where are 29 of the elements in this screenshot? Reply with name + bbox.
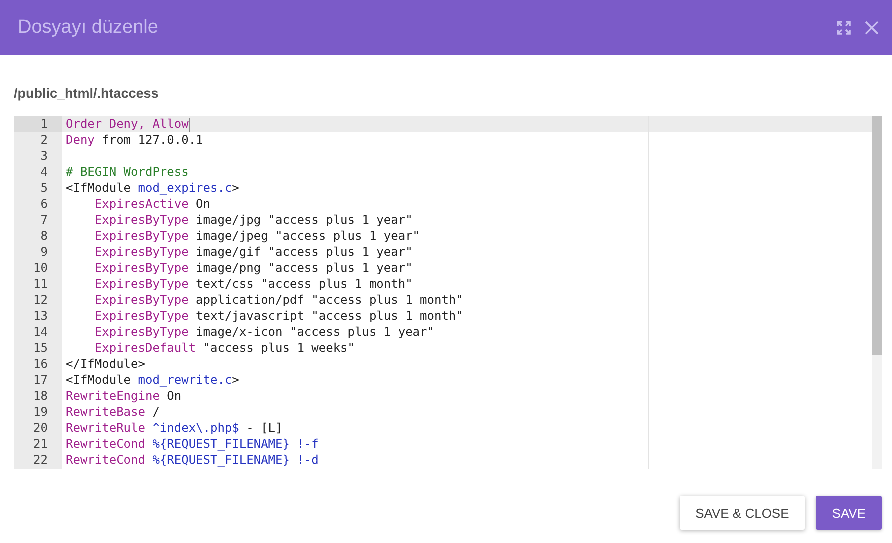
dialog-title: Dosyayı düzenle: [18, 16, 160, 38]
save-close-button[interactable]: SAVE & CLOSE: [680, 496, 806, 530]
close-icon[interactable]: [864, 20, 880, 36]
code-line: RewriteRule ^index\.php$ - [L]: [65, 420, 283, 436]
scrollbar[interactable]: [872, 116, 882, 469]
save-button[interactable]: SAVE: [816, 496, 882, 530]
code-line: ExpiresByType image/x-icon "access plus 1 year": [94, 324, 434, 340]
code-line: Order Deny, Allow: [65, 116, 190, 132]
code-line: ExpiresByType image/jpg "access plus 1 year": [94, 212, 413, 228]
code-line: ExpiresByType text/javascript "access plus 1 month": [94, 308, 464, 324]
code-line: </IfModule>: [65, 356, 146, 372]
code-line: ExpiresByType image/gif "access plus 1 year": [94, 244, 413, 260]
code-line: <IfModule mod_expires.c>: [65, 180, 240, 196]
file-path: /public_html/.htaccess: [14, 86, 160, 102]
line-number: 1: [14, 116, 62, 132]
code-line: Deny from 127.0.0.1: [65, 132, 204, 148]
code-line: RewriteBase /: [65, 404, 160, 420]
code-line: ExpiresByType application/pdf "access plus 1 month": [94, 292, 464, 308]
expand-icon[interactable]: [836, 20, 852, 36]
code-line: RewriteCond %{REQUEST_FILENAME} !-d: [65, 452, 319, 468]
code-line: RewriteEngine On: [65, 388, 182, 404]
code-line: ExpiresByType image/jpeg "access plus 1 year": [94, 228, 420, 244]
code-line: ExpiresDefault "access plus 1 weeks": [94, 340, 355, 356]
code-line: RewriteCond %{REQUEST_FILENAME} !-f: [65, 436, 319, 452]
code-line: ExpiresActive On: [94, 196, 211, 212]
code-line: <IfModule mod_rewrite.c>: [65, 372, 240, 388]
code-line: ExpiresByType image/png "access plus 1 year": [94, 260, 413, 276]
code-line: ExpiresByType text/css "access plus 1 month": [94, 276, 413, 292]
code-line: # BEGIN WordPress: [65, 164, 189, 180]
